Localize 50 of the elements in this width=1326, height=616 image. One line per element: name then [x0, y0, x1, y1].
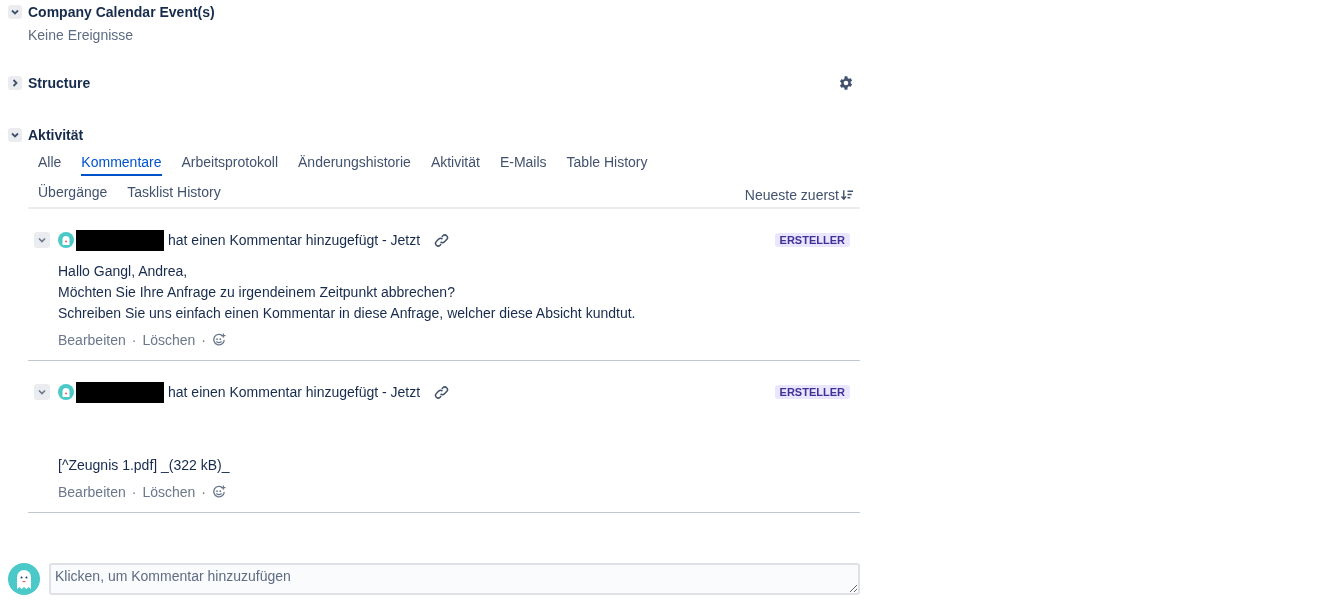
- separator-dot: ·: [131, 484, 137, 500]
- avatar-icon: [58, 232, 74, 248]
- tab[interactable]: Übergänge: [38, 178, 108, 206]
- toggle-button[interactable]: [8, 76, 22, 90]
- role-badge: ERSTELLER: [774, 233, 850, 247]
- action-link[interactable]: Bearbeiten: [58, 484, 126, 500]
- chevron-icon: [10, 7, 20, 17]
- comment-input[interactable]: Klicken, um Kommentar hinzuzufügen: [49, 563, 860, 595]
- separator-dot: ·: [131, 332, 137, 348]
- comment-meta: hat einen Kommentar hinzugefügt - Jetzt: [168, 232, 421, 248]
- tab[interactable]: Table History: [566, 148, 648, 176]
- sort-icon: [841, 189, 854, 201]
- separator-dot: ·: [201, 332, 206, 348]
- link-icon[interactable]: [434, 384, 450, 400]
- tab[interactable]: Alle: [38, 148, 62, 176]
- chevron-icon: [10, 130, 20, 140]
- action-link[interactable]: Löschen: [142, 484, 196, 500]
- action-link[interactable]: Löschen: [142, 332, 196, 348]
- section-title: Aktivität: [28, 127, 84, 143]
- separator-dot: ·: [201, 484, 206, 500]
- comment-text: [^Zeugnis 1.pdf] _(322 kB)_: [58, 457, 230, 473]
- comment-text: Möchten Sie Ihre Anfrage zu irgendeinem Zeitpunkt abbrechen?: [58, 284, 455, 300]
- comment-meta: hat einen Kommentar hinzugefügt - Jetzt: [168, 384, 421, 400]
- tab[interactable]: Arbeitsprotokoll: [181, 148, 278, 176]
- comment-text: Hallo Gangl, Andrea,: [58, 263, 188, 279]
- empty-text: Keine Ereignisse: [27, 27, 135, 43]
- chevron-icon: [37, 235, 47, 245]
- tab[interactable]: Änderungshistorie: [298, 148, 411, 176]
- comment-text: Schreiben Sie uns einfach einen Kommentar in diese Anfrage, welcher diese Absicht kundtut.: [58, 305, 636, 321]
- chevron-icon: [37, 387, 47, 397]
- section-title: Company Calendar Event(s): [28, 4, 215, 20]
- emoji-add-icon[interactable]: [212, 333, 226, 347]
- toggle-button[interactable]: [8, 128, 22, 142]
- collapse-button[interactable]: [34, 232, 50, 248]
- avatar-icon: [58, 384, 74, 400]
- tab[interactable]: Tasklist History: [127, 178, 221, 206]
- role-badge: ERSTELLER: [774, 385, 850, 399]
- toggle-button[interactable]: [8, 5, 22, 19]
- tab[interactable]: E-Mails: [499, 148, 547, 176]
- link-icon[interactable]: [434, 232, 450, 248]
- collapse-button[interactable]: [34, 384, 50, 400]
- emoji-add-icon[interactable]: [212, 485, 226, 499]
- section-title: Structure: [28, 75, 91, 91]
- tab[interactable]: Aktivität: [430, 148, 480, 176]
- action-link[interactable]: Bearbeiten: [58, 332, 126, 348]
- settings-icon[interactable]: [838, 75, 854, 91]
- avatar-icon: [8, 563, 40, 595]
- chevron-icon: [10, 78, 20, 88]
- sort-button[interactable]: Neueste zuerst: [744, 183, 854, 207]
- tab[interactable]: Kommentare: [81, 148, 162, 176]
